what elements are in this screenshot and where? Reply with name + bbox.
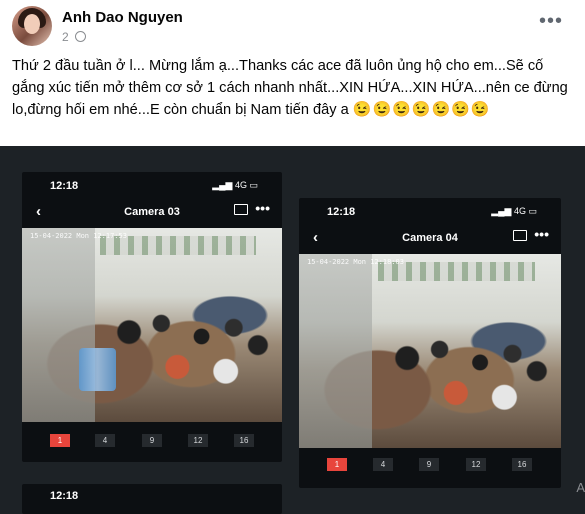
- more-horizontal-icon[interactable]: •••: [534, 226, 549, 242]
- channel-1-button[interactable]: 1: [327, 458, 347, 471]
- post-text: Thứ 2 đầu tuần ở l... Mừng lắm ạ...Thank…: [12, 56, 572, 122]
- status-bar: 12:18 ▂▄▆ 4G ▭: [299, 198, 561, 226]
- globe-icon: [75, 31, 87, 42]
- feed-timestamp: 15-04-2022 Mon 12:17:53: [30, 232, 127, 240]
- channel-16-button[interactable]: 16: [234, 434, 254, 447]
- channel-bar: 1 4 9 12 16: [299, 458, 561, 478]
- channel-16-button[interactable]: 16: [512, 458, 532, 471]
- feed-water-bottles: [79, 348, 116, 391]
- channel-12-button[interactable]: 12: [188, 434, 208, 447]
- feed-timestamp: 15-04-2022 Mon 12:18:03: [307, 258, 404, 266]
- status-time: 12:18: [50, 180, 79, 192]
- post-meta: 2: [62, 30, 87, 44]
- channel-bar: 1 4 9 12 16: [22, 434, 282, 454]
- avatar-face: [24, 14, 40, 34]
- signal-indicator: ▂▄▆ 4G ▭: [212, 180, 258, 190]
- avatar[interactable]: [12, 6, 52, 46]
- screen-icon[interactable]: [234, 204, 248, 215]
- channel-9-button[interactable]: 9: [419, 458, 439, 471]
- channel-4-button[interactable]: 4: [95, 434, 115, 447]
- channel-1-button[interactable]: 1: [50, 434, 70, 447]
- post-header: Anh Dao Nguyen 2 •••: [0, 0, 585, 52]
- signal-indicator: ▂▄▆ 4G ▭: [491, 206, 537, 216]
- camera-feed[interactable]: 15-04-2022 Mon 12:17:53: [22, 228, 282, 422]
- feed-diners: [390, 331, 554, 419]
- camera-titlebar: ‹ Camera 04 •••: [299, 226, 561, 250]
- feed-wall: [299, 254, 373, 448]
- screen-icon[interactable]: [513, 230, 527, 241]
- post-time[interactable]: 2: [62, 30, 69, 44]
- more-horizontal-icon[interactable]: •••: [255, 200, 270, 216]
- post-media[interactable]: 12:18 ▂▄▆ 4G ▭ ‹ Camera 03 ••• 15-04-202…: [0, 146, 585, 514]
- feed-wall: [22, 228, 95, 422]
- camera-screenshot-3[interactable]: 12:18: [22, 484, 282, 514]
- cut-off-text: A: [576, 480, 585, 495]
- status-time: 12:18: [50, 490, 79, 502]
- more-horizontal-icon[interactable]: •••: [539, 10, 563, 33]
- channel-9-button[interactable]: 9: [142, 434, 162, 447]
- camera-screenshot-1[interactable]: 12:18 ▂▄▆ 4G ▭ ‹ Camera 03 ••• 15-04-202…: [22, 172, 282, 462]
- status-time: 12:18: [327, 206, 356, 218]
- status-bar: 12:18 ▂▄▆ 4G ▭: [22, 172, 282, 200]
- camera-titlebar: ‹ Camera 03 •••: [22, 200, 282, 224]
- camera-screenshot-2[interactable]: 12:18 ▂▄▆ 4G ▭ ‹ Camera 04 ••• 15-04-202…: [299, 198, 561, 488]
- emoji-row: 😉😉😉😉😉😉😉: [352, 101, 491, 118]
- author-name[interactable]: Anh Dao Nguyen: [62, 9, 183, 26]
- channel-4-button[interactable]: 4: [373, 458, 393, 471]
- camera-feed[interactable]: 15-04-2022 Mon 12:18:03: [299, 254, 561, 448]
- feed-diners: [113, 305, 275, 393]
- channel-12-button[interactable]: 12: [466, 458, 486, 471]
